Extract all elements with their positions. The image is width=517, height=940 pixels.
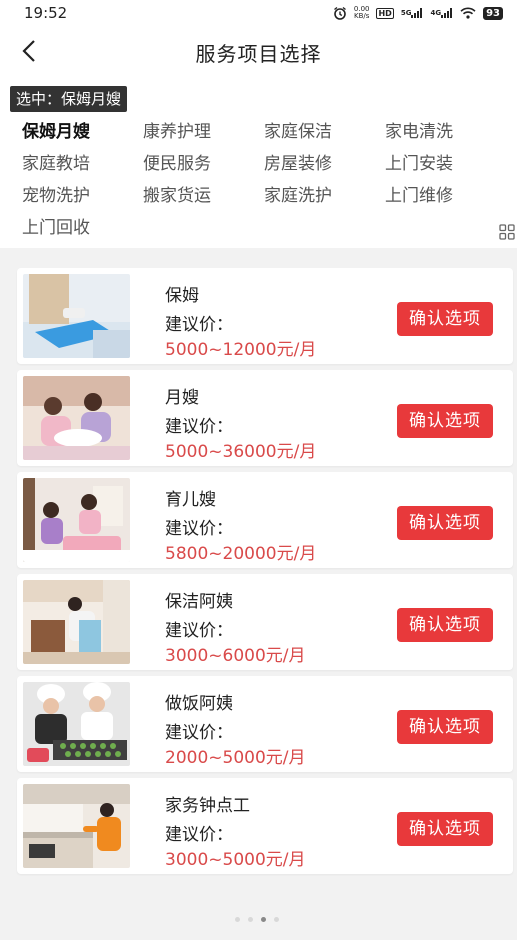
category-item[interactable]: 房屋装修	[264, 152, 385, 176]
service-card: 保洁阿姨建议价： 3000~6000元/月 确认选项	[17, 574, 513, 670]
price-range: 2000~5000元/月	[165, 748, 306, 768]
confirm-button[interactable]: 确认选项	[397, 608, 493, 642]
net-speed: 0.00 KB/s	[353, 5, 370, 20]
price-label: 建议价：	[165, 417, 233, 437]
price-range: 5000~12000元/月	[165, 340, 317, 360]
signal-4g-icon: 4G	[430, 8, 453, 18]
newborn-care-photo	[23, 376, 130, 460]
service-name: 做饭阿姨	[165, 694, 233, 714]
category-item[interactable]: 家庭保洁	[264, 120, 385, 144]
service-name: 保洁阿姨	[165, 592, 233, 612]
service-name: 家务钟点工	[165, 796, 250, 816]
cleaning-photo	[23, 580, 130, 664]
category-item[interactable]: 上门维修	[385, 184, 506, 208]
category-item[interactable]: 搬家货运	[143, 184, 264, 208]
category-grid: 保姆月嫂 康养护理 家庭保洁 家电清洗 家庭教培 便民服务 房屋装修 上门安装 宠物洗护 搬家货运…	[22, 120, 502, 240]
category-item[interactable]: 上门回收	[22, 216, 143, 240]
price-range: 5000~36000元/月	[165, 442, 317, 462]
service-card: 做饭阿姨建议价： 2000~5000元/月 确认选项	[17, 676, 513, 772]
category-item[interactable]: 家庭洗护	[264, 184, 385, 208]
status-bar: 19:52 0.00 KB/s HD 5G 4G 93	[0, 0, 517, 26]
category-panel: 选中：保姆月嫂 保姆月嫂 康养护理 家庭保洁 家电清洗 家庭教培 便民服务 房屋装修 上门安装…	[0, 76, 517, 248]
childcare-photo	[23, 478, 130, 562]
nav-bar: 服务项目选择	[0, 26, 517, 76]
confirm-button[interactable]: 确认选项	[397, 302, 493, 336]
selected-category-badge: 选中：保姆月嫂	[10, 86, 128, 112]
category-item[interactable]: 康养护理	[143, 120, 264, 144]
price-label: 建议价：	[165, 825, 233, 845]
confirm-button[interactable]: 确认选项	[397, 710, 493, 744]
status-icons: 0.00 KB/s HD 5G 4G 93	[333, 6, 503, 20]
price-range: 5800~20000元/月	[165, 544, 317, 564]
grid-view-icon[interactable]	[499, 224, 515, 240]
service-name: 育儿嫂	[165, 490, 216, 510]
page-title: 服务项目选择	[195, 42, 322, 66]
price-label: 建议价：	[165, 621, 233, 641]
service-card: 保姆建议价： 5000~12000元/月 确认选项	[17, 268, 513, 364]
service-name: 月嫂	[165, 388, 199, 408]
page-dot[interactable]	[261, 917, 266, 922]
confirm-button[interactable]: 确认选项	[397, 404, 493, 438]
ironing-photo	[23, 274, 130, 358]
price-range: 3000~5000元/月	[165, 850, 306, 870]
page-dot[interactable]	[248, 917, 253, 922]
chef-photo	[23, 682, 130, 766]
category-item[interactable]: 宠物洗护	[22, 184, 143, 208]
service-card: 家务钟点工建议价： 3000~5000元/月 确认选项	[17, 778, 513, 874]
confirm-button[interactable]: 确认选项	[397, 506, 493, 540]
category-item[interactable]: 家电清洗	[385, 120, 506, 144]
wifi-icon	[460, 7, 476, 19]
category-item[interactable]: 保姆月嫂	[22, 120, 143, 144]
kitchen-cleaning-photo	[23, 784, 130, 868]
service-card: 月嫂建议价： 5000~36000元/月 确认选项	[17, 370, 513, 466]
page-dot[interactable]	[274, 917, 279, 922]
category-item[interactable]: 便民服务	[143, 152, 264, 176]
service-name: 保姆	[165, 286, 199, 306]
category-item[interactable]: 上门安装	[385, 152, 506, 176]
signal-5g-icon: 5G	[401, 8, 424, 18]
price-label: 建议价：	[165, 519, 233, 539]
service-card: 育儿嫂建议价： 5800~20000元/月 确认选项	[17, 472, 513, 568]
hd-icon: HD	[376, 7, 394, 19]
alarm-icon	[333, 6, 347, 20]
category-item[interactable]: 家庭教培	[22, 152, 143, 176]
price-range: 3000~6000元/月	[165, 646, 306, 666]
confirm-button[interactable]: 确认选项	[397, 812, 493, 846]
battery-indicator: 93	[483, 6, 503, 20]
page-dot[interactable]	[235, 917, 240, 922]
service-list: 保姆 建议价： 5000~12000元/月 确认选项 月嫂 建议价： 5000~36000元…	[17, 268, 513, 880]
page-indicator	[235, 917, 279, 922]
status-time: 19:52	[24, 4, 68, 22]
price-label: 建议价：	[165, 723, 233, 743]
price-label: 建议价：	[165, 315, 233, 335]
